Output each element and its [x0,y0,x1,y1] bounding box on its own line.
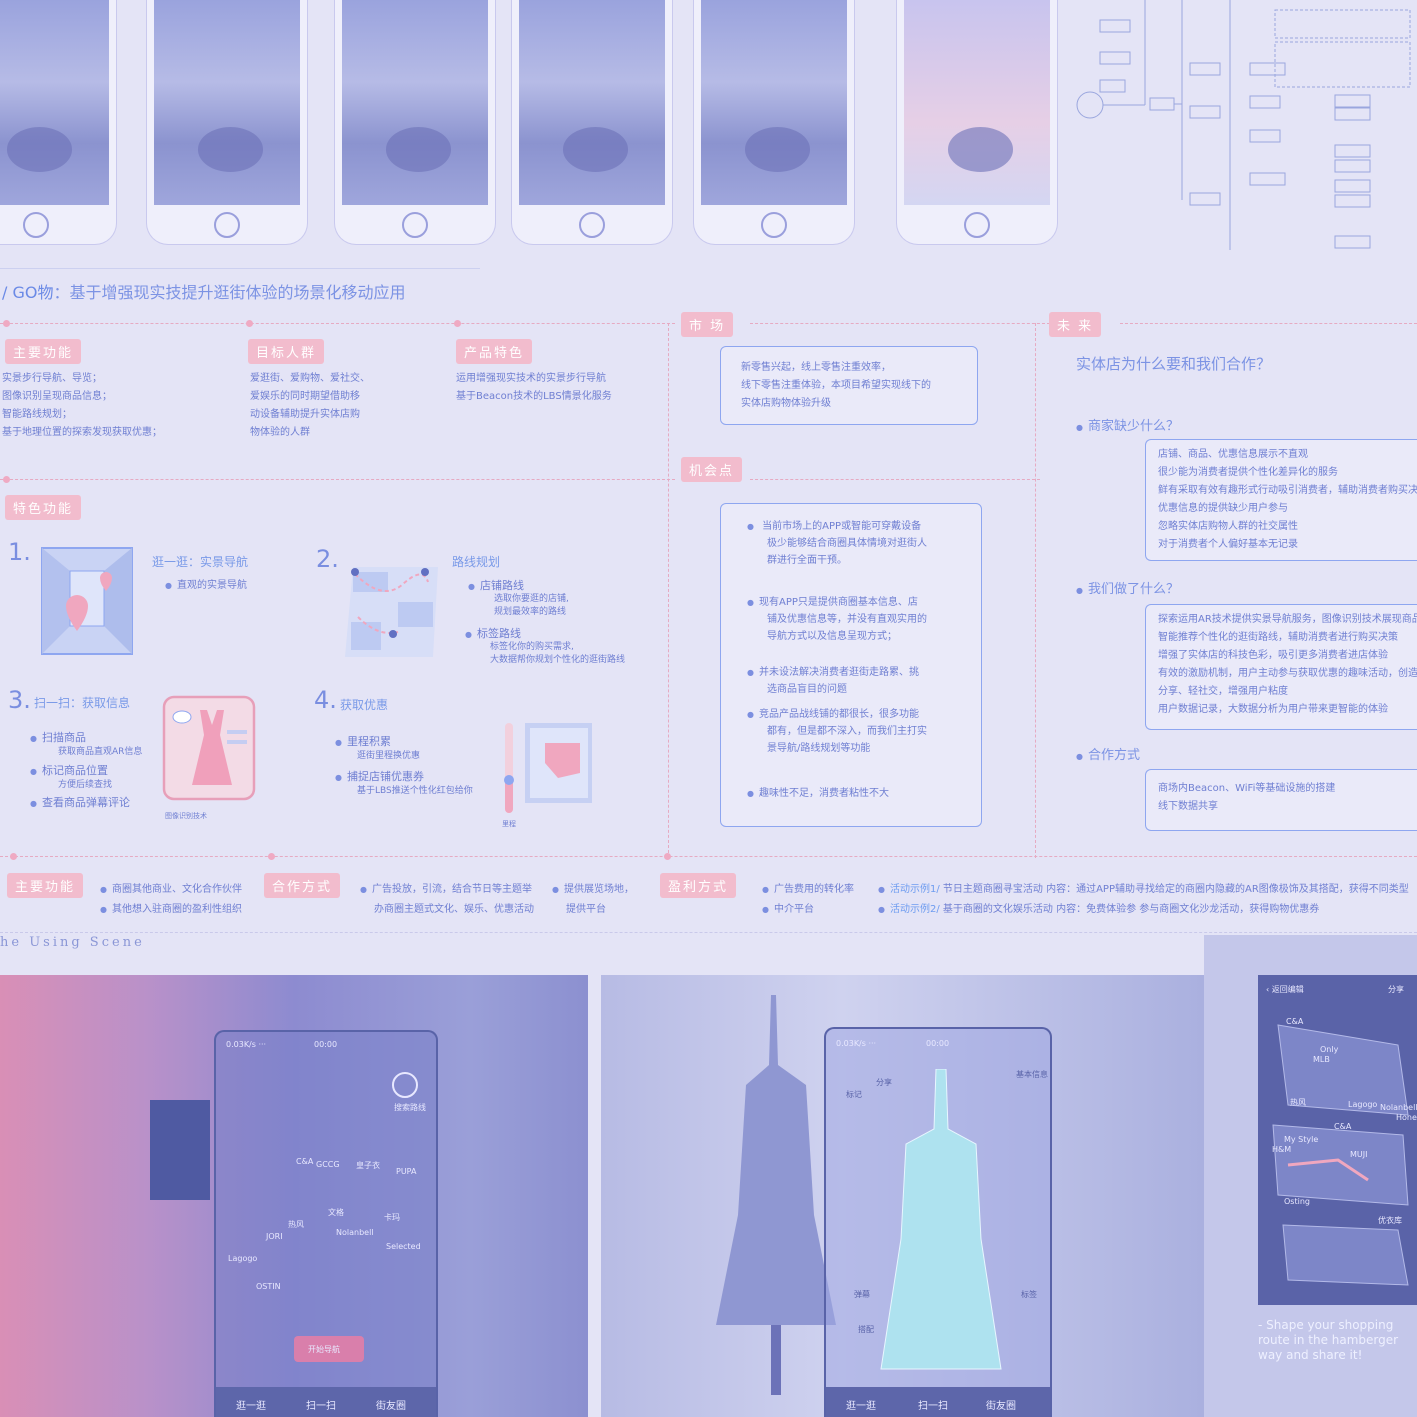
home-button[interactable] [402,212,428,238]
tab-friends[interactable]: 街友圈 [986,1397,1016,1412]
section-tag-future: 未 来 [1049,312,1102,337]
divider [750,323,1050,324]
divider [1120,323,1417,324]
section-tag-main-functions: 主要功能 [5,339,82,364]
search-icon[interactable] [392,1072,418,1098]
phone-mockup [334,0,496,245]
divider [0,323,675,324]
mannequin-dress [716,995,836,1395]
divider [0,479,675,480]
ar-phone-screen: 0.03K/s ··· 00:00 搜索路线 C&A GCCG 皇子衣 PUPA… [214,1030,438,1417]
shape-route-caption: - Shape your shopping route in the hamber… [1258,1318,1399,1362]
tab-scan[interactable]: 扫一扫 [918,1397,948,1412]
divider [750,479,1040,480]
market-box: 新零售兴起，线上零售注重效率， 线下零售注重体验，本项目希望实现线下的 实体店购物体… [720,346,978,425]
future-q1-box: 店铺、商品、优惠信息展示不直观 很少能为消费者提供个性化差异化的服务 鲜有采取有效… [1145,439,1417,561]
divider [0,856,1417,857]
home-button[interactable] [23,212,49,238]
feature-title: 扫一扫：获取信息 [34,696,131,710]
phone-mockup [0,0,117,245]
feature-item: 查看商品弹幕评论 [30,794,130,813]
home-button[interactable] [579,212,605,238]
back-button[interactable]: ‹ 返回编辑 [1266,984,1304,995]
feature-item: 直观的实景导航 [165,577,247,595]
divider [0,932,1417,933]
opportunity-box: 当前市场上的APP或智能可穿戴设备 极少能够结合商圈具体情境对逛街人群进行全面干… [720,503,982,827]
feature-item-desc: 获取商品直观AR信息 [58,747,143,757]
section-tag-opportunity: 机会点 [681,457,743,482]
page-title: / GO物：基于增强现实技提升逛街体验的场景化移动应用 [2,283,406,302]
section-tag-special-features: 特色功能 [5,495,82,520]
future-q1: 商家缺少什么？ [1076,415,1179,434]
phone-mockup [511,0,673,245]
feature-title: 路线规划 [452,555,501,569]
coupon-illustration [504,723,592,813]
feature-title: 逛一逛：实景导航 [152,555,249,569]
main-functions-text: 实景步行导航、导览； 图像识别呈现商品信息； 智能路线规划； 基于地理位置的探索发现… [2,373,162,438]
app-structure-diagram [1076,0,1411,250]
feature-title: 获取优惠 [340,698,389,712]
bottom-nav: 逛一逛 扫一扫 街友圈 [826,1387,1050,1417]
target-users-text: 爱逛街、爱购物、爱社交、 爱娱乐的同时期望借助移 动设备辅助提升实体店购 物体验的人… [250,373,370,438]
scene-title: he Using Scene [0,935,145,950]
feature-number: 3. [8,686,31,714]
route-map-illustration [345,567,438,657]
tab-scan[interactable]: 扫一扫 [306,1397,336,1412]
feature-item-desc: 标签化你的购买需求, 大数据帮你规划个性化的逛街路线 [490,642,626,665]
bottom-nav: 逛一逛 扫一扫 街友圈 [216,1387,436,1417]
phone-mockup [693,0,855,245]
bottom-coop-text-2: 提供展览场地，提供平台 [552,880,634,920]
bottom-coop-text: 广告投放，引流，结合节日等主题举办商圈主题式文化、娱乐、优惠活动 [360,880,534,920]
future-q2: 我们做了什么？ [1076,578,1179,597]
illustration-caption: 里程 [502,820,516,828]
bottom-tag-coop: 合作方式 [264,873,341,898]
tab-friends[interactable]: 街友圈 [376,1397,406,1412]
start-nav-button[interactable]: 开始导航 [294,1336,364,1362]
mall-photo: 0.03K/s ··· 00:00 搜索路线 C&A GCCG 皇子衣 PUPA… [0,975,588,1417]
phone-mockup [896,0,1058,245]
tab-browse[interactable]: 逛一逛 [236,1397,266,1412]
feature-item-desc: 基于LBS推送个性化红包给你 [357,786,473,796]
home-button[interactable] [214,212,240,238]
product-features-text: 运用增强现实技术的实景步行导航 基于Beacon技术的LBS情景化服务 [456,373,612,402]
store-sign [150,1100,210,1200]
map-phone-screen: ‹ 返回编辑 分享 C&A Only MLB 热风 Lagogo Nolanbe… [1258,975,1417,1305]
home-button[interactable] [761,212,787,238]
bottom-profit-text: 广告费用的转化率中介平台 [762,880,854,920]
bottom-tag-main: 主要功能 [7,873,84,898]
divider [1035,323,1036,858]
dress-photo: 0.03K/s ··· 00:00 标记 分享 弹幕 搭配 基本信息 标签 逛一… [601,975,1204,1417]
dress-ar [880,1069,1002,1370]
divider [668,323,669,858]
feature-number: 2. [316,545,339,573]
dress-scan-illustration [162,695,256,801]
illustration-caption: 图像识别技术 [165,812,207,820]
feature-item-desc: 方便后续查找 [58,780,113,790]
scan-phone-screen: 0.03K/s ··· 00:00 标记 分享 弹幕 搭配 基本信息 标签 逛一… [824,1027,1052,1417]
activity-examples: 活动示例1/ 节日主题商圈寻宝活动 内容：通过APP辅助寻找给定的商圈内隐藏的A… [878,880,1409,920]
feature-number: 4. [314,686,337,714]
section-tag-target-users: 目标人群 [248,339,325,364]
bottom-tag-profit: 盈利方式 [660,873,737,898]
future-q2-box: 探索运用AR技术提供实景导航服务，图像识别技术展现商品 智能推荐个性化的逛街路线，… [1145,604,1417,730]
feature-item-desc: 逛街里程换优惠 [357,751,421,761]
home-button[interactable] [964,212,990,238]
future-question: 实体店为什么要和我们合作？ [1076,355,1272,373]
share-button[interactable]: 分享 [1388,984,1404,995]
future-q3-box: 商场内Beacon、WiFi等基础设施的搭建 线下数据共享 [1145,769,1417,831]
feature-item-desc: 选取你要逛的店铺, 规划最效率的路线 [494,594,569,617]
tab-browse[interactable]: 逛一逛 [846,1397,876,1412]
bottom-main-text: 商圈其他商业、文化合作伙伴其他想入驻商圈的盈利性组织 [100,880,242,920]
divider [0,268,480,269]
section-tag-market: 市 场 [681,312,734,337]
feature-number: 1. [8,538,31,566]
section-tag-product-features: 产品特色 [456,339,533,364]
future-q3: 合作方式 [1076,744,1140,763]
map-panel: ‹ 返回编辑 分享 C&A Only MLB 热风 Lagogo Nolanbe… [1204,935,1417,1417]
ar-navigation-illustration [41,547,133,655]
phone-mockup [146,0,308,245]
